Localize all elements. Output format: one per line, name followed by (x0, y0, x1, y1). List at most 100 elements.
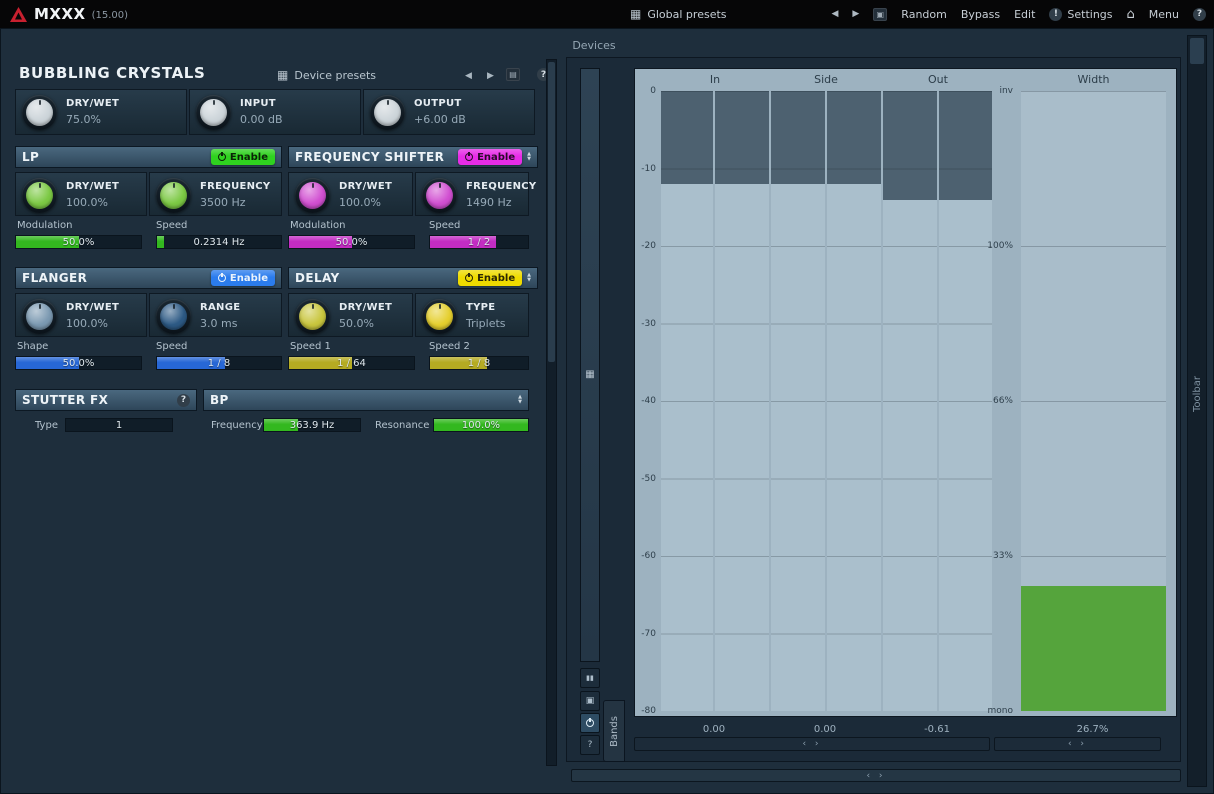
lp-module-header: LP Enable (15, 146, 282, 168)
power-icon (218, 274, 226, 282)
knob-value: 0.00 dB (240, 113, 283, 126)
meter-help-button[interactable]: ? (580, 735, 600, 755)
global-presets-button[interactable]: ▦ Global presets (630, 0, 727, 28)
lp-drywet-knob[interactable] (22, 178, 57, 213)
flanger-speed-bar[interactable]: 1 / 8 (156, 356, 282, 370)
module-preset-spinner[interactable]: ▲ ▼ (527, 273, 531, 283)
flanger-drywet-knob[interactable] (22, 299, 57, 334)
next-preset-icon[interactable]: ▶ (852, 9, 859, 19)
scrollbar-thumb[interactable] (548, 62, 555, 362)
bypass-button[interactable]: Bypass (961, 8, 1000, 21)
device-panel-scrollbar[interactable] (546, 59, 557, 766)
freqshifter-frequency-cell: FREQUENCY 1490 Hz (415, 172, 529, 216)
device-prev-icon[interactable]: ◀ (465, 71, 472, 81)
power-icon (218, 153, 226, 161)
param-label: Type (35, 420, 58, 431)
level-meter-area: In Side Out Width 0 -10 -20 -30 -40 -50 … (634, 68, 1177, 717)
flanger-shape-bar[interactable]: 50.0% (15, 356, 142, 370)
help-icon[interactable]: ? (1193, 8, 1206, 21)
random-button[interactable]: Random (901, 8, 947, 21)
lp-enable-button[interactable]: Enable (211, 149, 275, 165)
meter-power-button[interactable] (580, 713, 600, 733)
param-label: Speed (156, 341, 187, 352)
device-save-icon[interactable]: ▤ (506, 68, 520, 81)
module-preset-spinner[interactable]: ▲ ▼ (518, 395, 522, 405)
meter-zoom-slider[interactable]: ▦ (580, 68, 600, 662)
popup-window-button[interactable]: ▣ (580, 691, 600, 711)
knob-value: +6.00 dB (414, 113, 466, 126)
lp-speed-bar[interactable]: 0.2314 Hz (156, 235, 282, 249)
freqshifter-speed-bar[interactable]: 1 / 2 (429, 235, 529, 249)
knob-value: 100.0% (66, 317, 108, 330)
knob-value: 3500 Hz (200, 196, 246, 209)
module-title: DELAY (295, 271, 340, 285)
knob-label: DRY/WET (339, 302, 392, 313)
freqshifter-drywet-knob[interactable] (295, 178, 330, 213)
devices-meter-panel: ▦ ▮▮ ▣ ? Bands In Side Out Width 0 -10 (566, 57, 1181, 762)
master-drywet-cell: DRY/WET 75.0% (15, 89, 187, 135)
delay-drywet-knob[interactable] (295, 299, 330, 334)
module-preset-spinner[interactable]: ▲ ▼ (527, 152, 531, 162)
device-presets-button[interactable]: ▦ Device presets (277, 68, 376, 82)
param-label: Speed 1 (290, 341, 331, 352)
param-label: Frequency (211, 420, 263, 431)
help-icon[interactable]: ? (177, 394, 190, 407)
stutter-type-bar[interactable]: 1 (65, 418, 173, 432)
tab-toolbar[interactable]: Toolbar (1192, 376, 1203, 412)
output-knob[interactable] (370, 95, 405, 130)
tab-bands[interactable]: Bands (603, 700, 625, 762)
param-label: Speed 2 (429, 341, 470, 352)
delay-enable-button[interactable]: Enable (458, 270, 522, 286)
bp-resonance-bar[interactable]: 100.0% (433, 418, 529, 432)
bp-frequency-bar[interactable]: 363.9 Hz (263, 418, 361, 432)
tab-devices[interactable]: Devices (1, 39, 1187, 52)
module-title: FREQUENCY SHIFTER (295, 150, 444, 164)
knob-label: DRY/WET (66, 98, 119, 109)
delay-speed1-bar[interactable]: 1 / 64 (288, 356, 415, 370)
param-label: Modulation (290, 220, 346, 231)
pause-button[interactable]: ▮▮ (580, 668, 600, 688)
toolbar-strip[interactable]: Toolbar (1187, 35, 1207, 787)
device-title: BUBBLING CRYSTALS (19, 64, 205, 82)
knob-label: DRY/WET (66, 181, 119, 192)
lp-drywet-cell: DRY/WET 100.0% (15, 172, 147, 216)
knob-value: 100.0% (66, 196, 108, 209)
delay-type-knob[interactable] (422, 299, 457, 334)
settings-button[interactable]: ! Settings (1049, 8, 1112, 21)
freqshifter-frequency-knob[interactable] (422, 178, 457, 213)
spinner-down-icon: ▼ (518, 400, 522, 405)
meter-hscrollbar-right[interactable]: ‹ › (994, 737, 1161, 751)
knob-label: INPUT (240, 98, 276, 109)
plugin-window: Devices BUBBLING CRYSTALS ▦ Device prese… (0, 28, 1214, 794)
scroll-arrows-icon: ‹ › (866, 771, 885, 781)
param-label: Speed (429, 220, 460, 231)
lp-frequency-knob[interactable] (156, 178, 191, 213)
pause-icon: ▮▮ (586, 674, 594, 682)
knob-label: OUTPUT (414, 98, 462, 109)
master-drywet-knob[interactable] (22, 95, 57, 130)
knob-label: DRY/WET (66, 302, 119, 313)
panel-image-icon[interactable]: ▣ (873, 8, 887, 21)
prev-preset-icon[interactable]: ◀ (831, 9, 838, 19)
meter-hscrollbar-left[interactable]: ‹ › (634, 737, 990, 751)
input-knob[interactable] (196, 95, 231, 130)
freqshifter-modulation-bar[interactable]: 50.0% (288, 235, 415, 249)
power-icon (465, 274, 473, 282)
device-next-icon[interactable]: ▶ (487, 71, 494, 81)
freqshifter-enable-button[interactable]: Enable (458, 149, 522, 165)
window-icon: ▣ (586, 696, 595, 706)
menu-button[interactable]: Menu (1149, 8, 1179, 21)
edit-button[interactable]: Edit (1014, 8, 1035, 21)
global-presets-label: Global presets (647, 8, 726, 21)
lp-modulation-bar[interactable]: 50.0% (15, 235, 142, 249)
home-icon[interactable]: ⌂ (1127, 7, 1135, 22)
master-input-cell: INPUT 0.00 dB (189, 89, 361, 135)
melda-logo (10, 7, 27, 22)
flanger-enable-button[interactable]: Enable (211, 270, 275, 286)
knob-label: FREQUENCY (466, 181, 536, 192)
flanger-range-knob[interactable] (156, 299, 191, 334)
toolbar-scroll-thumb[interactable] (1190, 38, 1204, 64)
delay-speed2-bar[interactable]: 1 / 8 (429, 356, 529, 370)
devices-hscrollbar[interactable]: ‹ › (571, 769, 1181, 782)
knob-value: 3.0 ms (200, 317, 237, 330)
